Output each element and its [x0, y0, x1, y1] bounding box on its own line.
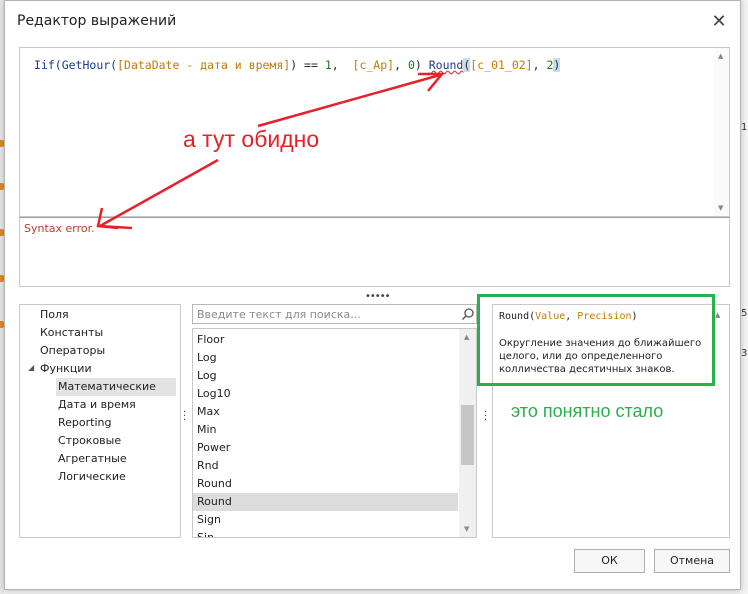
list-item[interactable]: Min — [193, 421, 458, 439]
scroll-down-icon[interactable]: ▼ — [718, 204, 723, 212]
background-app-right-edge — [740, 0, 748, 594]
syntax-error-message: Syntax error. — [24, 222, 95, 235]
tree-item-fields[interactable]: Поля — [40, 306, 69, 324]
annotation-green-frame — [477, 294, 715, 386]
expression-input[interactable]: Iif(GetHour([DataDate - дата и время]) =… — [19, 47, 730, 217]
code-token: ) — [414, 58, 429, 72]
code-field-token: [c_Ap] — [352, 58, 395, 72]
background-text: 35 — [741, 348, 748, 359]
tree-item-math[interactable]: Математические — [56, 378, 176, 396]
list-item[interactable]: Floor — [193, 331, 458, 349]
cancel-button[interactable]: Отмена — [654, 549, 730, 573]
list-item[interactable]: Log10 — [193, 385, 458, 403]
list-item[interactable]: Rnd — [193, 457, 458, 475]
function-list: Floor Log Log Log10 Max Min Power Rnd Ro… — [192, 328, 477, 538]
tree-item-datetime[interactable]: Дата и время — [58, 396, 136, 414]
list-item[interactable]: Log — [193, 349, 458, 367]
tree-item-aggregate[interactable]: Агрегатные — [58, 450, 127, 468]
annotation-green-text: это понятно стало — [511, 401, 664, 421]
editor-scrollbar[interactable]: ▲ ▼ — [714, 48, 729, 216]
background-text: 5u — [741, 308, 748, 319]
ok-button[interactable]: ОК — [574, 549, 645, 573]
code-field-token: [c_01_02] — [470, 58, 533, 72]
list-item[interactable]: Max — [193, 403, 458, 421]
scroll-down-icon[interactable]: ▼ — [464, 525, 469, 533]
vertical-splitter-handle[interactable]: · · · — [183, 408, 187, 426]
tree-item-operators[interactable]: Операторы — [40, 342, 105, 360]
code-token: ) == — [290, 58, 325, 72]
list-item[interactable]: Round — [193, 475, 458, 493]
collapse-toggle-icon[interactable]: ◢ — [28, 363, 34, 372]
search-icon[interactable] — [461, 307, 475, 321]
code-token: Iif( — [34, 58, 62, 72]
vertical-splitter-handle[interactable]: · · · — [484, 408, 488, 426]
function-search-box[interactable] — [192, 304, 477, 324]
tree-item-logical[interactable]: Логические — [58, 468, 126, 486]
list-item[interactable]: Sin — [193, 529, 458, 537]
code-error-token: Round — [428, 58, 464, 72]
annotation-red-text: а тут обидно — [183, 126, 320, 152]
expression-code[interactable]: Iif(GetHour([DataDate - дата и время]) =… — [34, 58, 561, 72]
error-panel: Syntax error. — [19, 217, 730, 287]
tree-item-constants[interactable]: Константы — [40, 324, 103, 342]
scroll-up-icon[interactable]: ▲ — [715, 311, 720, 319]
list-item[interactable]: Power — [193, 439, 458, 457]
dialog-title: Редактор выражений — [17, 13, 177, 29]
search-input[interactable] — [193, 305, 456, 323]
code-number-token: 1 — [324, 58, 332, 72]
code-token: ) — [553, 58, 561, 72]
category-tree: Поля Константы Операторы ◢ Функции Матем… — [19, 304, 181, 538]
tree-item-string[interactable]: Строковые — [58, 432, 121, 450]
code-token: , — [532, 58, 547, 72]
list-scrollbar[interactable]: ▲ ▼ — [459, 329, 476, 537]
code-token: GetHour( — [61, 58, 118, 72]
background-text: 1 — [741, 122, 748, 133]
scroll-up-icon[interactable]: ▲ — [464, 333, 469, 341]
scroll-up-icon[interactable]: ▲ — [718, 52, 723, 60]
list-item[interactable]: Log — [193, 367, 458, 385]
title-bar: Редактор выражений ✕ — [5, 1, 740, 41]
horizontal-splitter-handle[interactable]: ••••• — [365, 291, 390, 302]
code-token: , — [394, 58, 408, 72]
tree-item-functions[interactable]: Функции — [40, 360, 92, 378]
code-token: , — [331, 58, 353, 72]
scroll-thumb[interactable] — [461, 405, 474, 465]
list-item[interactable]: Sign — [193, 511, 458, 529]
tree-item-reporting[interactable]: Reporting — [58, 414, 111, 432]
close-button[interactable]: ✕ — [705, 9, 733, 35]
code-field-token: [DataDate - дата и время] — [117, 58, 291, 72]
code-number-token: 0 — [407, 58, 415, 72]
list-item-selected[interactable]: Round — [193, 493, 458, 511]
